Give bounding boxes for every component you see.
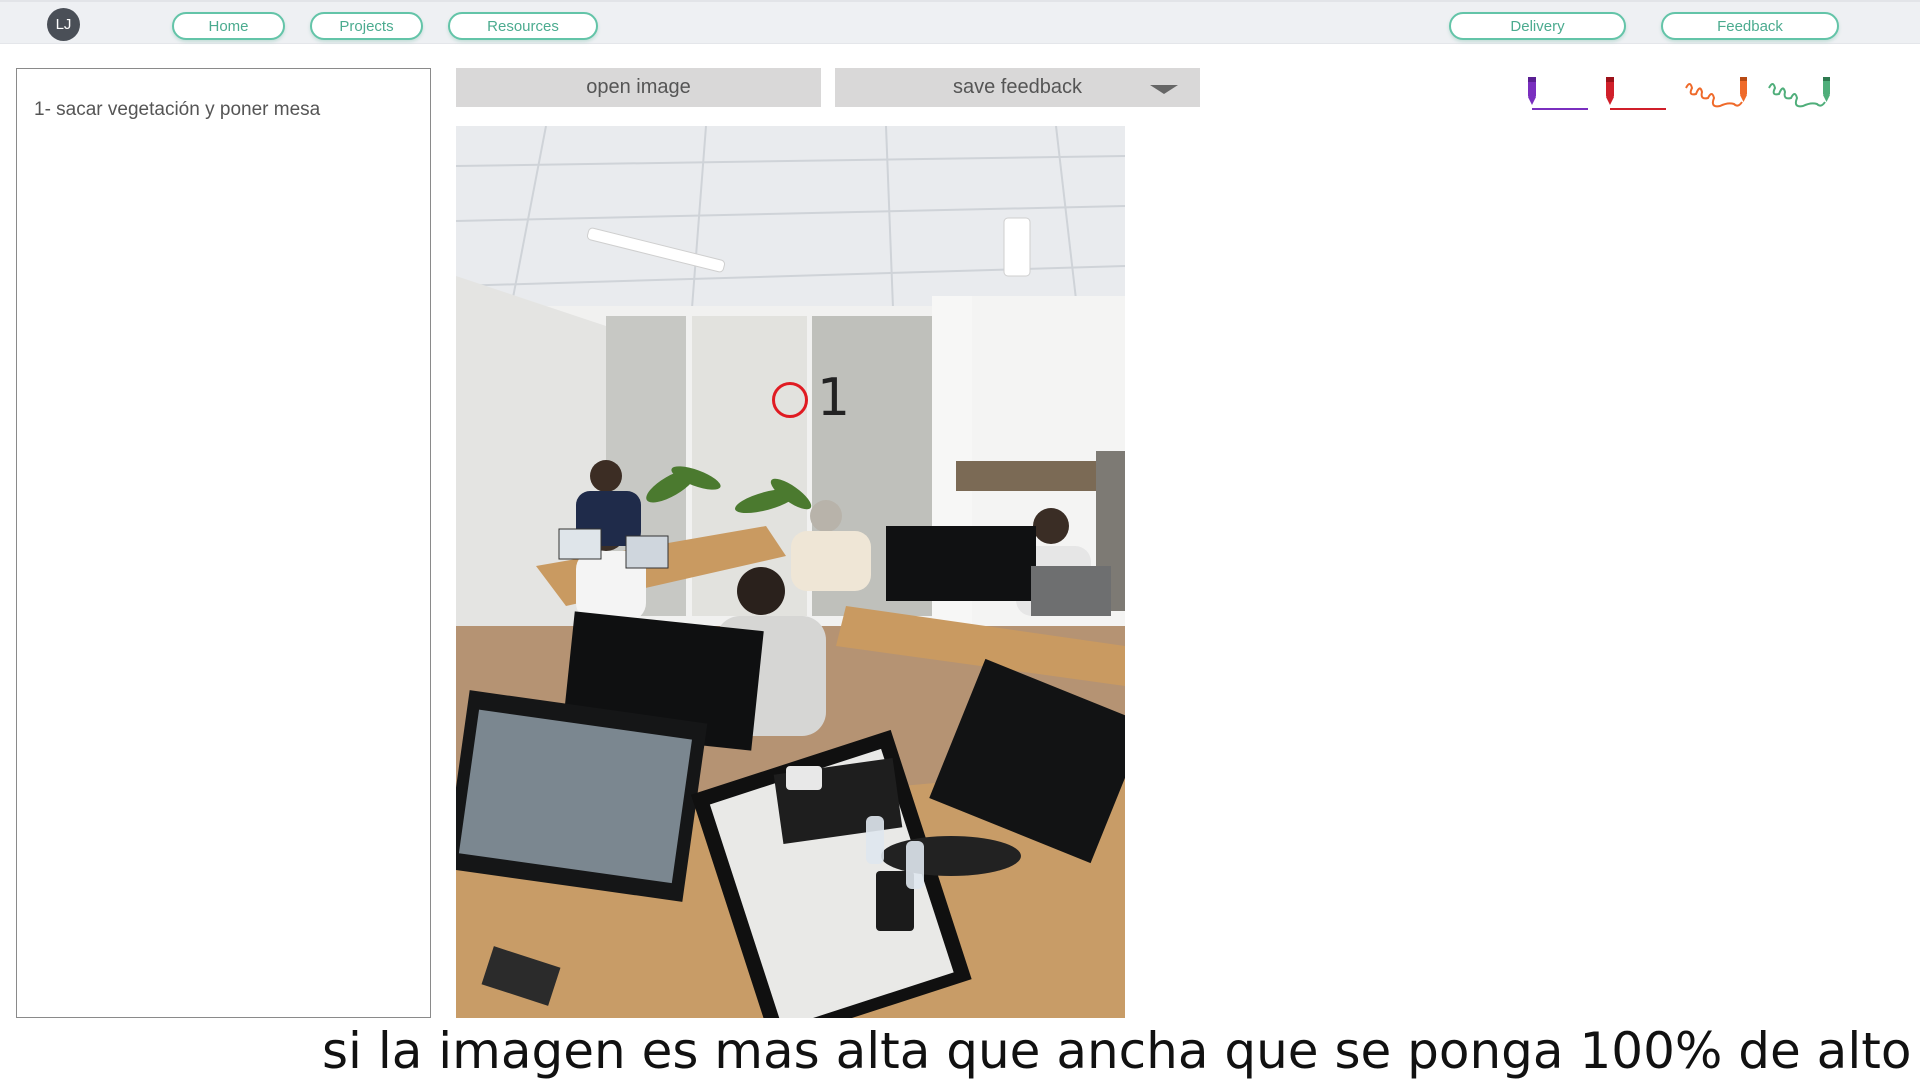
feedback-list-panel: 1- sacar vegetación y poner mesa bbox=[16, 68, 431, 1018]
red-marker-line-icon[interactable] bbox=[1600, 74, 1668, 114]
image-canvas[interactable]: 1 bbox=[456, 126, 1125, 1018]
nav-delivery-button[interactable]: Delivery bbox=[1449, 12, 1626, 40]
green-marker-scribble-icon[interactable] bbox=[1767, 74, 1835, 114]
nav-home-button[interactable]: Home bbox=[172, 12, 285, 40]
save-feedback-label: save feedback bbox=[953, 76, 1082, 98]
orange-marker-scribble-icon[interactable] bbox=[1684, 74, 1752, 114]
user-avatar[interactable]: LJ bbox=[47, 8, 80, 41]
save-feedback-button[interactable]: save feedback bbox=[835, 68, 1200, 107]
bottom-note-text: si la imagen es mas alta que ancha que s… bbox=[322, 1022, 1912, 1080]
nav-feedback-button[interactable]: Feedback bbox=[1661, 12, 1839, 40]
office-photo bbox=[456, 126, 1125, 1018]
caret-down-icon[interactable] bbox=[1150, 85, 1178, 94]
open-image-button[interactable]: open image bbox=[456, 68, 821, 107]
purple-marker-line-icon[interactable] bbox=[1522, 74, 1590, 114]
nav-resources-button[interactable]: Resources bbox=[448, 12, 598, 40]
feedback-list-item[interactable]: 1- sacar vegetación y poner mesa bbox=[34, 99, 320, 121]
nav-projects-button[interactable]: Projects bbox=[310, 12, 423, 40]
annotation-marker-number: 1 bbox=[817, 368, 851, 428]
top-navigation-bar: LJ Home Projects Resources Delivery Feed… bbox=[0, 0, 1920, 44]
annotation-marker-circle[interactable] bbox=[772, 382, 808, 418]
